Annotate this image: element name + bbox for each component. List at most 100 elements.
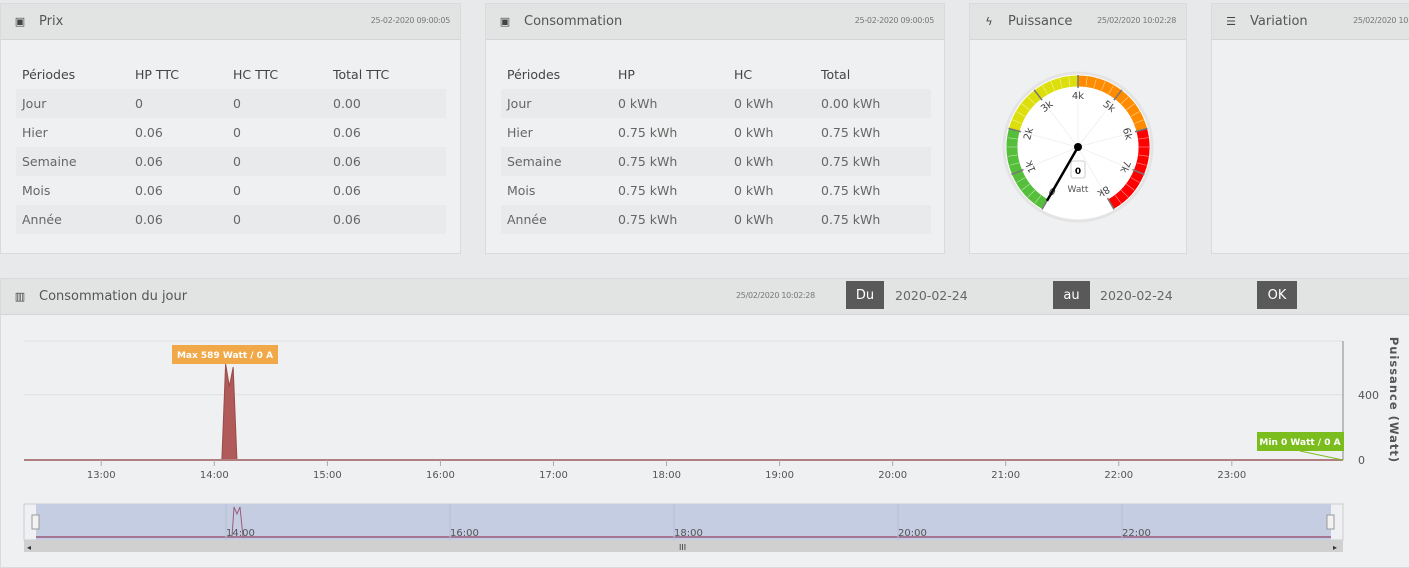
table-cell: 0 kWh [728,147,815,176]
table-cell: 0 kWh [612,89,728,118]
navigator-handle[interactable] [31,514,40,530]
gauge-unit: Watt [1068,185,1089,195]
x-tick-label: 22:00 [1104,470,1133,481]
power-gauge: 01k2k3k4k5k6k7k8k0Watt [1002,71,1154,223]
gauge-value: 0 [1075,167,1081,177]
table-cell: 0.00 kWh [815,89,931,118]
table-cell: 0.75 kWh [612,205,728,234]
table-cell: 0.75 kWh [815,118,931,147]
table-cell: Année [16,205,129,234]
timestamp: 25/02/2020 10:02:28 [736,291,815,300]
y-tick-label: 400 [1358,389,1379,402]
table-row: Hier 0.75 kWh 0 kWh 0.75 kWh [501,118,931,147]
table-cell: 0.75 kWh [612,118,728,147]
x-tick-label: 17:00 [539,470,568,481]
table-cell: Jour [16,89,129,118]
table-row: Année 0.75 kWh 0 kWh 0.75 kWh [501,205,931,234]
table-cell: 0.06 [327,147,446,176]
navigator-handle[interactable] [1326,514,1335,530]
table-cell: 0 [129,89,227,118]
table-row: Jour 0 0 0.00 [16,89,446,118]
min-annotation: Min 0 Watt / 0 A [1259,438,1340,448]
column-header: HP [618,67,635,82]
date-from-input[interactable]: 2020-02-24 [895,288,968,303]
panel-title: Prix [39,14,64,29]
table-cell: 0.75 kWh [612,176,728,205]
table-cell: Année [501,205,612,234]
x-tick-label: 13:00 [87,470,116,481]
table-cell: Semaine [16,147,129,176]
column-header: Périodes [22,67,76,82]
table-cell: Hier [16,118,129,147]
table-cell: 0 [227,89,327,118]
consommation-panel: ▣ Consommation 25-02-2020 09:00:05 Période… [485,3,945,254]
max-annotation: Max 589 Watt / 0 A [177,351,273,361]
table-cell: Jour [501,89,612,118]
table-cell: 0 kWh [728,176,815,205]
table-row: Hier 0.06 0 0.06 [16,118,446,147]
x-tick-label: 23:00 [1217,470,1246,481]
table-cell: 0.75 kWh [815,147,931,176]
date-to-input[interactable]: 2020-02-24 [1100,288,1173,303]
timestamp: 25/02/2020 10:02:28 [1097,16,1176,25]
table-cell: 0.00 [327,89,446,118]
x-tick-label: 15:00 [313,470,342,481]
min-connector [1299,450,1344,461]
x-tick-label: 14:00 [200,470,229,481]
column-header: Périodes [507,67,561,82]
table-cell: 0 kWh [728,118,815,147]
panel-title: Variation [1250,14,1308,29]
panel-title: Puissance [1008,14,1073,29]
table-row: Semaine 0.06 0 0.06 [16,147,446,176]
table-cell: 0 [227,147,327,176]
y-axis-title: Puissance (Watt) [1387,337,1401,463]
du-label: Du [846,281,884,309]
navigator-tick-label: 22:00 [1122,528,1151,539]
table-row: Jour 0 kWh 0 kWh 0.00 kWh [501,89,931,118]
x-tick-label: 19:00 [765,470,794,481]
table-cell: 0.06 [327,205,446,234]
panel-title: Consommation du jour [39,289,188,304]
table-cell: 0.06 [327,176,446,205]
table-cell: 0.06 [129,147,227,176]
daily-chart: 0 400 Puissance (Watt) 13:00 14:00 15:00 16:00… [23,337,1401,552]
table-cell: 0 kWh [728,205,815,234]
navigator-tick-label: 14:00 [226,528,255,539]
table-cell: Mois [501,176,612,205]
scroll-right-arrow: ▸ [1333,543,1337,552]
timestamp: 25-02-2020 09:00:05 [370,16,451,25]
table-cell: 0 [227,118,327,147]
table-cell: 0.75 kWh [815,205,931,234]
table-cell: 0.06 [129,176,227,205]
table-cell: 0.06 [129,118,227,147]
prix-table: Périodes HP TTC HC TTC Total TTC Jour 0 0 0.00 H… [16,60,446,234]
prix-panel: ▣ Prix 25-02-2020 09:00:05 Périodes HP TTC H… [0,3,461,254]
bar-chart-icon: ▥ [14,290,26,303]
table-row: Mois 0.06 0 0.06 [16,176,446,205]
x-tick-label: 16:00 [426,470,455,481]
table-cell: 0 [227,205,327,234]
table-cell: Semaine [501,147,612,176]
ok-button[interactable]: OK [1257,281,1297,309]
column-header: HP TTC [135,67,179,82]
table-row: Mois 0.75 kWh 0 kWh 0.75 kWh [501,176,931,205]
banknote-icon: ▣ [14,15,26,28]
column-header: HC [734,67,753,82]
table-row: Semaine 0.75 kWh 0 kWh 0.75 kWh [501,147,931,176]
table-cell: 0.06 [327,118,446,147]
panel-title: Consommation [524,14,623,29]
column-header: Total TTC [333,67,390,82]
x-tick-label: 20:00 [878,470,907,481]
table-cell: 0 [227,176,327,205]
timestamp: 25-02-2020 09:00:05 [854,16,935,25]
banknote-icon: ▣ [499,15,511,28]
column-header: HC TTC [233,67,279,82]
table-cell: Hier [501,118,612,147]
table-cell: 0.06 [129,205,227,234]
table-cell: 0 kWh [728,89,815,118]
needle-pivot [1074,143,1082,151]
x-tick-label: 21:00 [991,470,1020,481]
au-label: au [1053,281,1090,309]
scrollbar-grip: III [679,543,686,552]
table-cell: 0.75 kWh [815,176,931,205]
